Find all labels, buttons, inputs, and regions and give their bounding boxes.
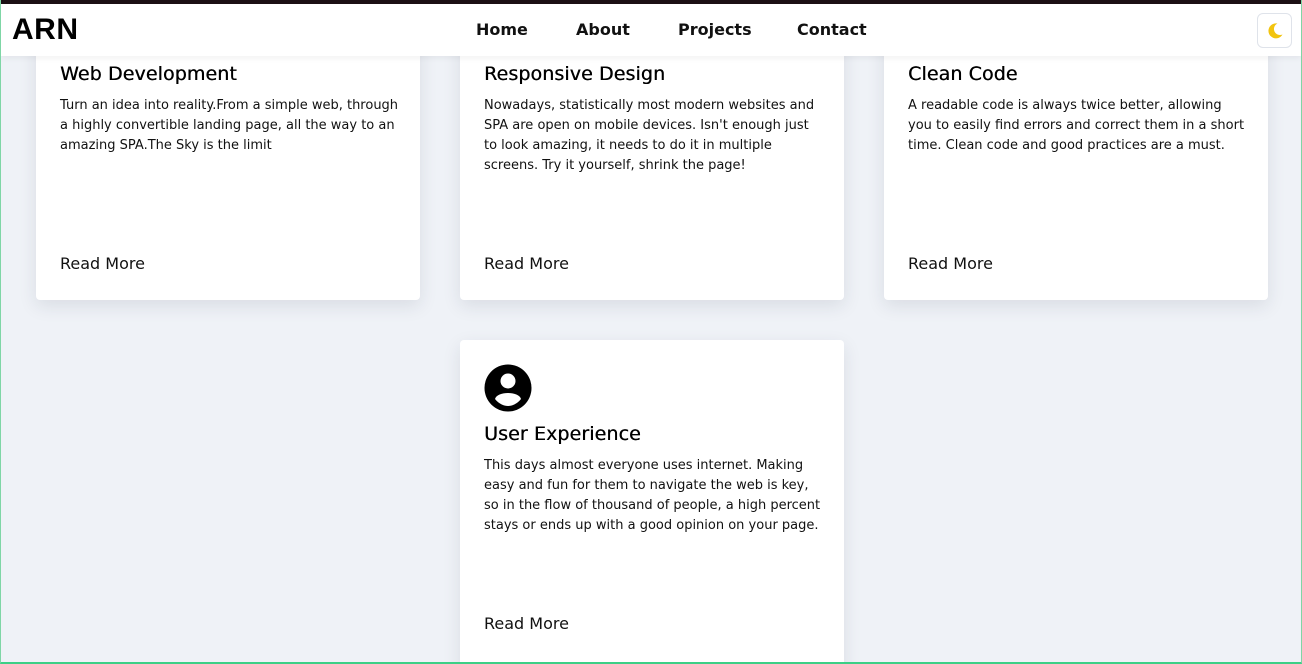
nav-projects[interactable]: Projects [678, 20, 752, 39]
card-description: A readable code is always twice better, … [908, 98, 1245, 153]
read-more-link[interactable]: Read More [60, 254, 145, 273]
card-title: Responsive Design [484, 63, 666, 85]
window-top-strip [1, 0, 1301, 4]
service-card-user-experience: User Experience This days almost everyon… [460, 340, 844, 662]
user-circle-icon [484, 364, 532, 412]
card-title: Clean Code [908, 63, 1018, 85]
card-title: User Experience [484, 423, 641, 445]
moon-icon [1267, 22, 1282, 38]
nav-home[interactable]: Home [476, 20, 528, 39]
read-more-link[interactable]: Read More [908, 254, 993, 273]
theme-toggle-button[interactable] [1257, 13, 1292, 48]
card-description: This days almost everyone uses internet.… [484, 458, 821, 533]
card-description: Nowadays, statistically most modern webs… [484, 98, 815, 173]
main-nav: Home About Projects Contact [1, 4, 1301, 56]
site-header: ARN Home About Projects Contact [1, 4, 1301, 56]
page-frame: Web Development Turn an idea into realit… [0, 0, 1302, 664]
nav-about[interactable]: About [576, 20, 630, 39]
read-more-link[interactable]: Read More [484, 614, 569, 633]
card-description: Turn an idea into reality.From a simple … [60, 98, 399, 153]
read-more-link[interactable]: Read More [484, 254, 569, 273]
nav-contact[interactable]: Contact [797, 20, 867, 39]
card-title: Web Development [60, 63, 237, 85]
